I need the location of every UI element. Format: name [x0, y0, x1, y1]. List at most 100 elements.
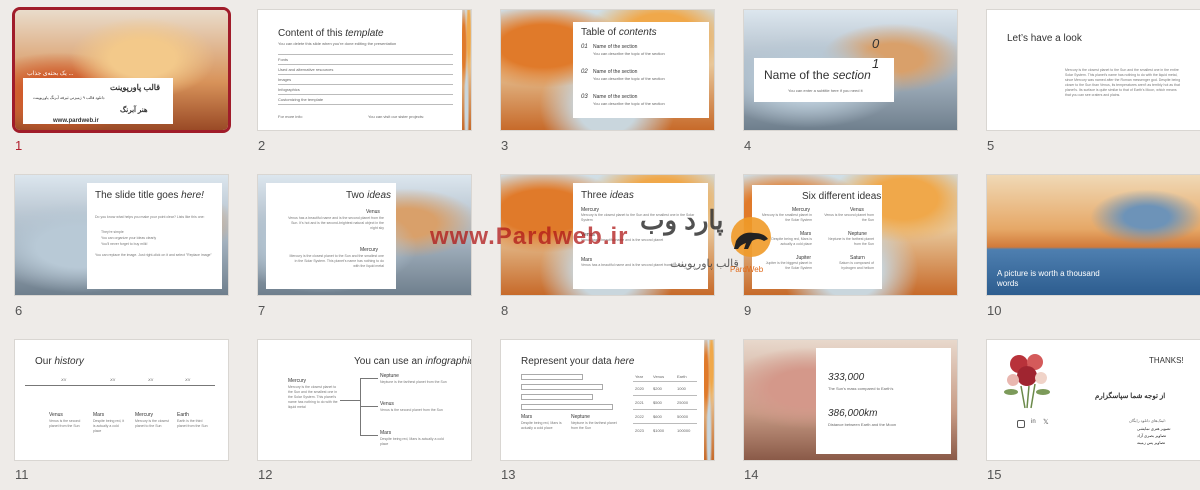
slide-title: Three ideas	[581, 190, 634, 201]
content-row: Images	[278, 77, 292, 82]
timeline-mark: XX	[185, 377, 191, 382]
bar	[521, 404, 613, 410]
slide-image	[462, 10, 471, 130]
slide-number-10: 10	[987, 303, 1002, 318]
slide-thumbnail-8[interactable]: Three ideas Mercury Mercury is the close…	[501, 175, 714, 295]
slide-title: The slide title goes here!	[95, 190, 204, 201]
table-cell: 2023	[635, 428, 644, 433]
content-row: Fonts	[278, 57, 289, 62]
slide-number-1: 1	[15, 138, 23, 153]
slide-title: Our history	[35, 356, 84, 367]
slide-thumbnail-5[interactable]: Let’s have a look Mercury is the closest…	[987, 10, 1200, 130]
table-cell: 25000	[677, 400, 689, 405]
table-cell: $600	[653, 414, 662, 419]
slide-thumbnail-6[interactable]: The slide title goes here! Do you know w…	[15, 175, 228, 295]
info-text: Neptune is the farthest planet from the …	[380, 380, 447, 384]
slide-thumbnail-15[interactable]: THANKS! از توجه شما سپاسگزارم لینک‌های د…	[987, 340, 1200, 460]
content-row: Used and alternative resources	[278, 67, 334, 72]
timeline-mark: XX	[61, 377, 67, 382]
contact-link[interactable]: تصاویر بصری آزاد	[1137, 433, 1166, 438]
linkedin-icon[interactable]: in	[1031, 419, 1036, 425]
slide-number-8: 8	[501, 303, 509, 318]
timeline-text: Despite being red, it is actually a cold…	[93, 419, 125, 433]
slide-number-14: 14	[744, 467, 759, 482]
contact-link[interactable]: تصویر هنری نمایشی	[1137, 426, 1171, 431]
footer-right: You can visit our sister projects:	[368, 114, 425, 119]
slide-thumbnail-12[interactable]: You can use an infographic Mercury Mercu…	[258, 340, 471, 460]
toc-desc: You can describe the topic of the sectio…	[593, 101, 665, 106]
footer-left: For more info:	[278, 114, 303, 119]
idea-text: Neptune is the farthest planet from the …	[828, 237, 874, 246]
toc-num: 02	[581, 69, 588, 75]
timeline-text: Venus is the second planet from the Sun	[49, 419, 81, 428]
info-text: Despite being red, Mars is actually a co…	[380, 437, 444, 446]
timeline-heading: Venus	[49, 412, 63, 418]
table-header: Earth	[677, 374, 687, 379]
stat-value: 386,000km	[828, 408, 878, 419]
table-cell: 1000	[677, 386, 686, 391]
idea-text: Mercury is the smallest planet in the So…	[762, 213, 812, 222]
slide-subtitle: You can enter a subtitle here if you nee…	[788, 88, 863, 93]
table-cell: 2022	[635, 414, 644, 419]
table-header: Venus	[653, 374, 665, 379]
slide-thumbnail-4[interactable]: 0 1 Name of the section You can enter a …	[744, 10, 957, 130]
slide-intro: You can delete this slide when you're do…	[278, 41, 397, 46]
slide-desc: دانلود قالب ۹ ژمیزتی ئیرفه آبرنگ پاورپوی…	[33, 95, 105, 100]
slide-title: Represent your data here	[521, 356, 635, 367]
bar	[521, 374, 583, 380]
slide-thumbnail-3[interactable]: Table of contents 01 Name of the section…	[501, 10, 714, 130]
idea-text: Saturn is composed of hydrogen and heliu…	[839, 261, 874, 270]
site-link: www.pardweb.ir	[53, 118, 99, 124]
idea-heading: Mercury	[360, 247, 379, 253]
idea-text: Mercury is the closest planet to the Sun…	[581, 213, 695, 222]
content-panel	[816, 348, 951, 454]
contact-link[interactable]: تصاویر پس زمینه	[1137, 440, 1165, 445]
slide-number-9: 9	[744, 303, 752, 318]
info-text: Mercury is the closest planet to the Sun…	[288, 385, 338, 409]
slide-note: You can replace the image. Just right-cl…	[95, 253, 212, 257]
flower-bouquet-icon	[1004, 354, 1050, 409]
slide-title: Let’s have a look	[1007, 33, 1082, 44]
idea-heading: Venus	[366, 209, 380, 215]
idea-text: Jupiter is the biggest planet in the Sol…	[765, 261, 812, 270]
table-cell: $200	[653, 386, 662, 391]
info-heading: Neptune	[380, 373, 399, 379]
idea-text: Despite being red, Mars is actually a co…	[771, 237, 812, 246]
slide-number-15: 15	[987, 467, 1002, 482]
slide-thumbnail-14[interactable]: 333,000 The Sun's mass compared to Earth…	[744, 340, 957, 460]
instagram-icon[interactable]	[1017, 420, 1025, 428]
timeline-mark: XX	[110, 377, 116, 382]
slide-number-7: 7	[258, 303, 266, 318]
data-text: Despite being red, Mars is actually a co…	[521, 421, 562, 430]
image-caption: A picture is worth a thousand words	[997, 269, 1100, 288]
slide-thumbnail-11[interactable]: Our history XX XX XX XX Venus Venus is t…	[15, 340, 228, 460]
slide-number-5: 5	[987, 138, 995, 153]
table-header: Year	[635, 374, 644, 379]
slide-thumbnail-13[interactable]: Represent your data here Year Venus Eart…	[501, 340, 714, 460]
x-icon[interactable]: 𝕏	[1043, 418, 1049, 426]
idea-text: Venus has a beautiful name and is the se…	[581, 238, 664, 242]
slide-thumbnail-10[interactable]: A picture is worth a thousand words	[987, 175, 1200, 295]
slide-number-3: 3	[501, 138, 509, 153]
timeline-heading: Earth	[177, 412, 189, 418]
slide-thumbnail-2[interactable]: Content of this template You can delete …	[258, 10, 471, 130]
bullet-item: They're simple	[101, 230, 124, 234]
stat-desc: The Sun's mass compared to Earth's	[828, 386, 894, 391]
idea-text: Mercury is the closest planet to the Sun…	[289, 254, 384, 268]
slide-number-6: 6	[15, 303, 23, 318]
idea-text: Venus is the second planet from the Sun	[824, 213, 874, 222]
slide-thumbnail-1[interactable]: یک بحثه‌ی جذاب ... قالب پاورپوینت دانلود…	[15, 10, 228, 130]
slide-thumbnail-9[interactable]: Six different ideas Mercury Mercury is t…	[744, 175, 957, 295]
slide-title: قالب پاورپوینت	[110, 83, 161, 92]
slide-title: Table of contents	[581, 27, 657, 38]
timeline-text: Earth is the third planet from the Sun	[177, 419, 208, 428]
slide-number-11: 11	[15, 467, 29, 482]
stat-value: 333,000	[828, 372, 865, 383]
slide-number-4: 4	[744, 138, 752, 153]
toc-num: 01	[581, 44, 588, 50]
data-text: Neptune is the farthest planet from the …	[571, 421, 617, 430]
table-cell: $500	[653, 400, 662, 405]
section-number: 1	[872, 56, 880, 71]
table-cell: 50000	[677, 414, 689, 419]
slide-thumbnail-7[interactable]: Two ideas Venus Venus has a beautiful na…	[258, 175, 471, 295]
